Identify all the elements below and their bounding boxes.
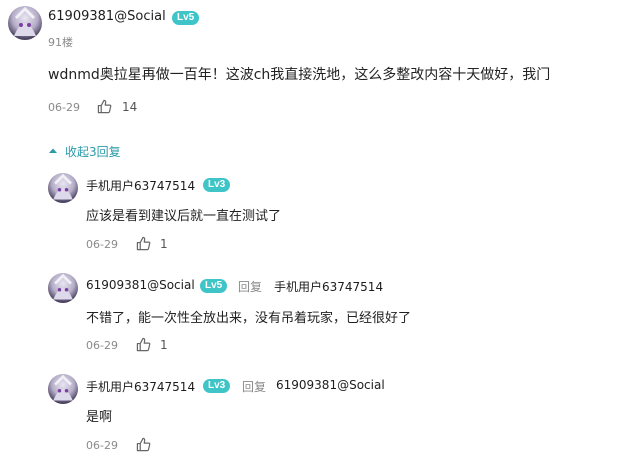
like-count: 14 [122, 100, 138, 114]
reply-word: 回复 [238, 280, 263, 294]
username[interactable]: 手机用户63747514 [86, 378, 195, 395]
level-badge: Lv5 [172, 11, 200, 25]
thumb-up-icon[interactable] [97, 99, 112, 114]
like-count: 1 [160, 338, 168, 352]
username[interactable]: 61909381@Social [48, 9, 166, 24]
thumb-up-icon[interactable] [136, 337, 151, 352]
reply-text: 是啊 [86, 410, 113, 425]
reply-text: 不错了，能一次性全放出来，没有吊着玩家，已经很好了 [86, 311, 412, 326]
level-badge: Lv3 [203, 379, 231, 393]
username[interactable]: 手机用户63747514 [86, 177, 195, 194]
collapse-replies-link[interactable]: 收起3回复 [65, 143, 121, 160]
username[interactable]: 61909381@Social [86, 278, 195, 292]
level-badge: Lv5 [200, 279, 228, 293]
level-badge: Lv3 [203, 178, 231, 192]
reply-date: 06-29 [86, 339, 118, 352]
like-count: 1 [160, 237, 168, 251]
reply-target-username[interactable]: 手机用户63747514 [274, 278, 383, 295]
reply-target-username[interactable]: 61909381@Social [276, 378, 385, 392]
reply-date: 06-29 [86, 238, 118, 251]
reply-text: 应该是看到建议后就一直在测试了 [86, 209, 282, 224]
avatar[interactable] [48, 374, 78, 404]
avatar[interactable] [48, 273, 78, 303]
floor-number: 91楼 [48, 36, 73, 49]
caret-up-icon[interactable] [48, 146, 58, 156]
reply-word: 回复 [242, 380, 267, 394]
reply-date: 06-29 [86, 439, 118, 452]
comment-text: wdnmd奥拉星再做一百年！这波ch我直接洗地，这么多整改内容十天做好，我门 [48, 67, 551, 83]
avatar[interactable] [48, 173, 78, 203]
thumb-up-icon[interactable] [136, 437, 151, 452]
comment-date: 06-29 [48, 101, 80, 114]
thumb-up-icon[interactable] [136, 236, 151, 251]
avatar[interactable] [8, 6, 42, 40]
